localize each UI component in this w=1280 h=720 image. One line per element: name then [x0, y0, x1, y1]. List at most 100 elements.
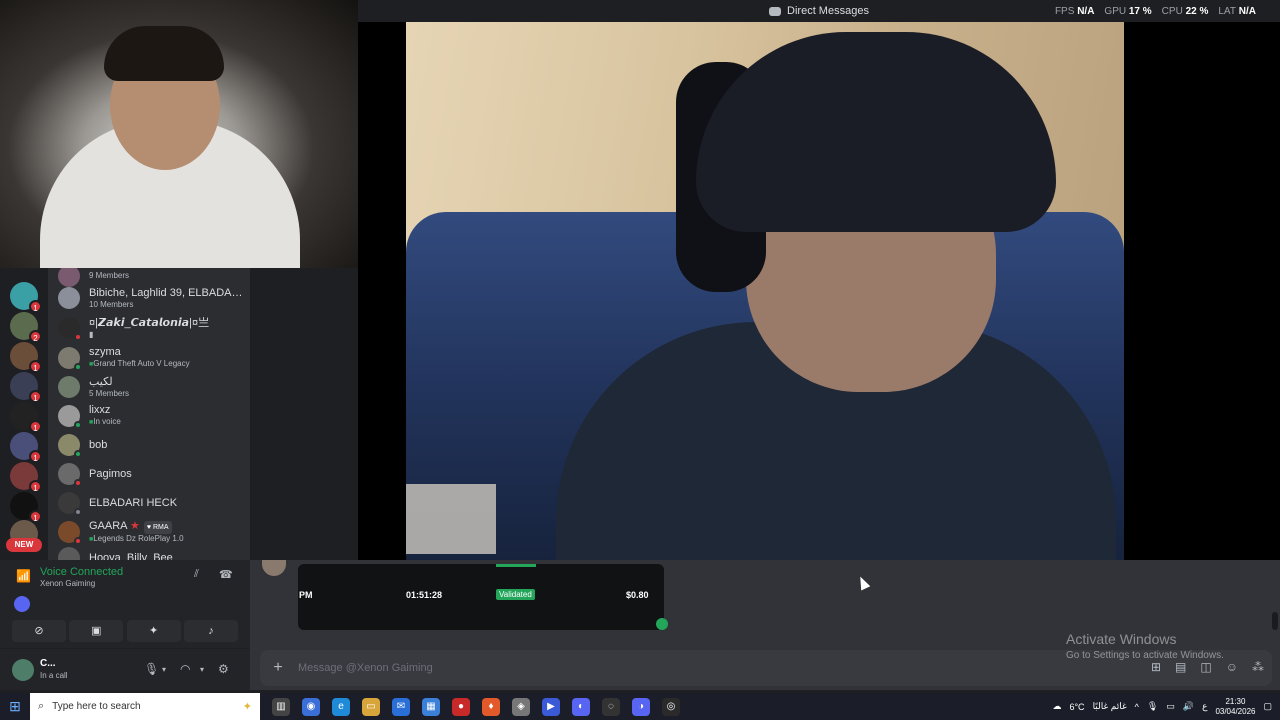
- file-explorer-icon[interactable]: ▭: [362, 697, 380, 716]
- emoji-icon[interactable]: ☺: [1226, 660, 1238, 674]
- dm-subtitle: 5 Members: [89, 388, 130, 398]
- video-call-area[interactable]: [358, 22, 1280, 560]
- gift-icon[interactable]: ⊞: [1151, 660, 1161, 674]
- apps-icon[interactable]: ⁂: [1252, 660, 1264, 674]
- server-icon[interactable]: 2: [10, 312, 42, 343]
- message-avatar[interactable]: [262, 560, 286, 576]
- mail-icon[interactable]: ✉: [392, 697, 410, 716]
- gpu-value: 17 %: [1128, 6, 1152, 17]
- volume-icon[interactable]: 🔊: [1183, 701, 1194, 712]
- microphone-icon[interactable]: 🎙: [144, 662, 159, 676]
- avatar: [58, 317, 82, 341]
- dm-activity: Grand Theft Auto V Legacy: [89, 359, 189, 370]
- noise-suppression-icon[interactable]: ⫽: [194, 568, 199, 581]
- activities-button[interactable]: ✦: [126, 620, 181, 642]
- store-icon[interactable]: ▦: [422, 697, 440, 716]
- weather-icon[interactable]: ☁: [1052, 701, 1061, 712]
- weather-temp[interactable]: 6°C: [1069, 702, 1084, 712]
- soundboard-button[interactable]: ♪: [183, 620, 238, 642]
- voice-channel[interactable]: Xenon Gaiming: [40, 579, 95, 588]
- user-status: In a call: [40, 671, 68, 680]
- chrome-icon[interactable]: ◎: [662, 697, 680, 716]
- user-avatar[interactable]: [12, 659, 34, 681]
- sticker-icon[interactable]: ◫: [1200, 660, 1211, 674]
- dm-item[interactable]: GAARA ★♥ RMALegends Dz RolePlay 1.0: [58, 518, 248, 546]
- network-icon[interactable]: ▭: [1166, 701, 1175, 712]
- chevron-down-icon[interactable]: ▾: [200, 665, 204, 674]
- windows-start-icon[interactable]: ⊞: [0, 698, 30, 715]
- scrollbar-thumb[interactable]: [1272, 612, 1278, 630]
- server-icon[interactable]: 1: [10, 342, 42, 373]
- copilot-icon[interactable]: ◉: [302, 697, 320, 716]
- chevron-down-icon[interactable]: ▾: [162, 665, 166, 674]
- status-indicator: [74, 508, 82, 516]
- tray-mic-icon[interactable]: 🎙: [1147, 701, 1158, 712]
- app-icon[interactable]: ◌: [602, 697, 620, 716]
- signal-icon: 📶: [16, 569, 31, 583]
- dm-item[interactable]: ¤|𝙕𝙖𝙠𝙞_𝘾𝙖𝙩𝙖𝙡𝙤𝙣𝙞𝙖|¤亗 ▮: [58, 314, 248, 342]
- user-panel: C... In a call 🎙 ▾ ◠ ▾ ⚙: [0, 648, 250, 690]
- status-indicator: [74, 333, 82, 341]
- dm-item[interactable]: lixxzIn voice: [58, 402, 248, 430]
- dm-item[interactable]: Hooya_Billy_Bee: [58, 544, 248, 560]
- video-keyboard: [406, 484, 496, 554]
- dm-item[interactable]: ELBADARI HECK: [58, 489, 248, 517]
- dm-name: Pagimos: [89, 467, 132, 480]
- dm-item[interactable]: bob: [58, 431, 248, 459]
- unread-badge: 1: [29, 450, 42, 463]
- voice-actions: ⊘ ▣ ✦ ♪: [12, 620, 238, 642]
- server-icon[interactable]: 1: [10, 462, 42, 493]
- add-attachment-icon[interactable]: +: [268, 658, 288, 678]
- settings-gear-icon[interactable]: ⚙: [218, 662, 229, 676]
- dm-item[interactable]: Bibiche, Laghlid 39, ELBADARI ... 10 Memb…: [58, 284, 248, 312]
- app-icon[interactable]: ●: [452, 697, 470, 716]
- tray-chevron-up-icon[interactable]: ^: [1135, 702, 1139, 712]
- disconnect-icon[interactable]: ☎: [219, 568, 233, 581]
- notifications-icon[interactable]: ▢: [1263, 701, 1272, 712]
- input-language[interactable]: ع: [1202, 701, 1207, 712]
- dm-name: لكيب: [89, 375, 113, 388]
- server-icon[interactable]: 1: [10, 282, 42, 313]
- username[interactable]: C...: [40, 658, 56, 669]
- taskbar-search[interactable]: ⌕ Type here to search ✦: [30, 693, 260, 720]
- edge-icon[interactable]: e: [332, 697, 350, 716]
- dm-activity: In voice: [89, 417, 121, 428]
- search-highlight-icon: ✦: [242, 701, 252, 713]
- server-icon[interactable]: 1: [10, 372, 42, 403]
- message-input[interactable]: [298, 659, 998, 677]
- participant-avatar[interactable]: [14, 596, 30, 612]
- gif-icon[interactable]: ▤: [1175, 660, 1186, 674]
- server-icon[interactable]: 1: [10, 402, 42, 433]
- app-icon[interactable]: ◈: [512, 697, 530, 716]
- brave-icon[interactable]: ♦: [482, 697, 500, 716]
- clock[interactable]: 21:30 03/04/2026: [1215, 697, 1255, 717]
- server-icon[interactable]: 1: [10, 492, 42, 523]
- task-view-icon[interactable]: ▥: [272, 697, 290, 716]
- dm-name: lixxz: [89, 404, 111, 416]
- weather-description[interactable]: غائم غالبًا: [1093, 701, 1127, 712]
- headphones-icon[interactable]: ◠: [180, 662, 190, 676]
- screen-share-button[interactable]: ▣: [69, 620, 124, 642]
- app-icon[interactable]: ▶: [542, 697, 560, 716]
- discord-active-icon[interactable]: ◑: [632, 697, 650, 716]
- unread-badge: 2: [29, 330, 42, 343]
- dm-item[interactable]: لكيب 5 Members: [58, 373, 248, 401]
- dm-subtitle: 10 Members: [89, 299, 134, 309]
- discord-icon[interactable]: ◐: [572, 697, 590, 716]
- avatar: [58, 287, 80, 309]
- lat-label: LAT: [1218, 6, 1236, 17]
- voice-status[interactable]: Voice Connected: [40, 566, 123, 578]
- camera-off-button[interactable]: ⊘: [12, 620, 66, 642]
- streamer-webcam: [0, 0, 358, 268]
- watermark-subtitle: Go to Settings to activate Windows.: [1066, 650, 1224, 661]
- dm-activity: Legends Dz RolePlay 1.0: [89, 534, 183, 545]
- new-unreads-pill[interactable]: NEW: [6, 538, 42, 552]
- dm-item[interactable]: szymaGrand Theft Auto V Legacy: [58, 344, 248, 372]
- avatar: [58, 463, 82, 487]
- dm-item[interactable]: Pagimos: [58, 460, 248, 488]
- search-placeholder: Type here to search: [52, 701, 141, 712]
- participant-video[interactable]: [406, 22, 1124, 560]
- status-indicator: [74, 450, 82, 458]
- dm-name: Hooya_Billy_Bee: [89, 551, 173, 561]
- server-icon[interactable]: 1: [10, 432, 42, 463]
